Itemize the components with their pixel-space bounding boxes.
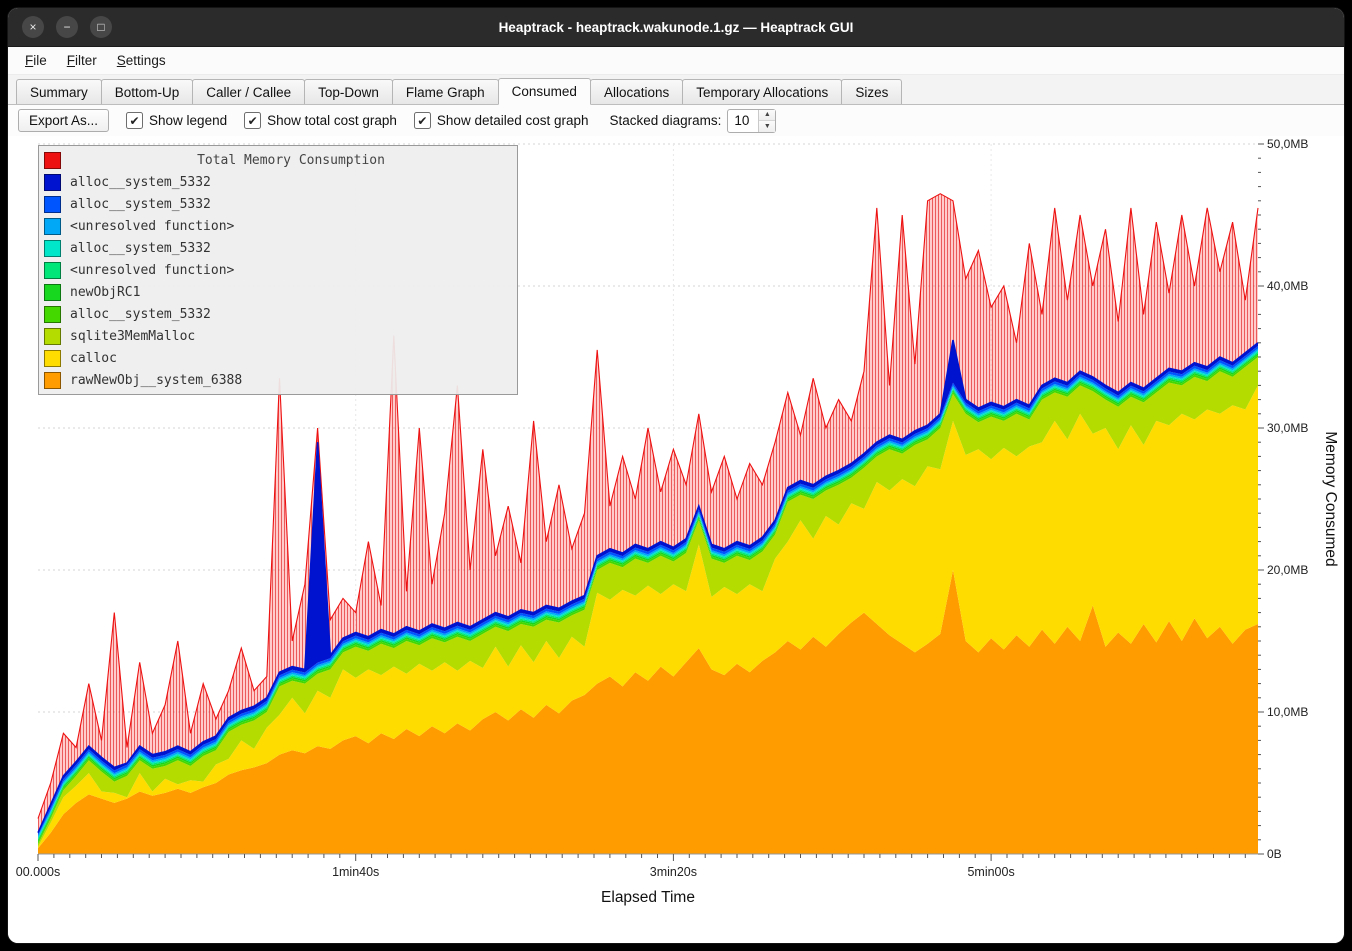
heaptrack-window: ×−□ Heaptrack - heaptrack.wakunode.1.gz … xyxy=(8,8,1344,943)
checkbox-show-total-cost-graph[interactable]: ✔ Show total cost graph xyxy=(244,112,397,129)
legend-entry-label: alloc__system_5332 xyxy=(70,175,211,190)
legend-entry-sqlite3memmalloc[interactable]: sqlite3MemMalloc xyxy=(44,325,512,347)
legend-entry-alloc-system-5332[interactable]: alloc__system_5332 xyxy=(44,237,512,259)
tab-sizes[interactable]: Sizes xyxy=(841,79,902,104)
legend-entry-rawnewobj-system-6388[interactable]: rawNewObj__system_6388 xyxy=(44,369,512,391)
legend-entry-label: <unresolved function> xyxy=(70,219,234,234)
legend-swatch xyxy=(44,350,61,367)
legend-entry-label: alloc__system_5332 xyxy=(70,307,211,322)
tab-allocations[interactable]: Allocations xyxy=(590,79,683,104)
title-bar: ×−□ Heaptrack - heaptrack.wakunode.1.gz … xyxy=(8,8,1344,47)
chart-area: 00.000s 1min40s 3min20s 5min00s 0B 10,0MB 20,0… xyxy=(8,136,1344,943)
legend-swatch xyxy=(44,306,61,323)
legend-swatch xyxy=(44,372,61,389)
checkbox-check-icon[interactable]: ✔ xyxy=(414,112,431,129)
legend-swatch xyxy=(44,328,61,345)
window-title: Heaptrack - heaptrack.wakunode.1.gz — He… xyxy=(499,20,854,35)
legend-entry-newobjrc1[interactable]: newObjRC1 xyxy=(44,281,512,303)
legend-entry-alloc-system-5332[interactable]: alloc__system_5332 xyxy=(44,171,512,193)
legend-entry-unresolved-function[interactable]: <unresolved function> xyxy=(44,215,512,237)
checkbox-show-detailed-cost-graph[interactable]: ✔ Show detailed cost graph xyxy=(414,112,589,129)
x-tick-label: 5min00s xyxy=(967,865,1014,879)
legend-entry-label: calloc xyxy=(70,351,117,366)
legend-entry-label: sqlite3MemMalloc xyxy=(70,329,195,344)
tab-bar: SummaryBottom-UpCaller / CalleeTop-DownF… xyxy=(8,75,1344,105)
legend-entry-label: rawNewObj__system_6388 xyxy=(70,373,242,388)
y-tick-label: 0B xyxy=(1267,847,1282,861)
x-tick-label: 3min20s xyxy=(650,865,697,879)
close-button[interactable]: × xyxy=(22,16,44,38)
menu-item-file[interactable]: File xyxy=(16,50,56,71)
legend-entry-calloc[interactable]: calloc xyxy=(44,347,512,369)
legend-swatch xyxy=(44,262,61,279)
export-as-button[interactable]: Export As... xyxy=(18,109,109,132)
legend-swatch xyxy=(44,196,61,213)
stacked-diagrams-label: Stacked diagrams: xyxy=(610,113,722,128)
y-tick-label: 20,0MB xyxy=(1267,563,1308,577)
stacked-diagrams-value[interactable]: 10 xyxy=(728,110,758,132)
checkbox-label: Show legend xyxy=(149,113,227,128)
chart-legend: Total Memory Consumption alloc__system_53… xyxy=(38,145,518,395)
menu-item-filter[interactable]: Filter xyxy=(58,50,106,71)
legend-entry-unresolved-function[interactable]: <unresolved function> xyxy=(44,259,512,281)
legend-entry-label: alloc__system_5332 xyxy=(70,197,211,212)
spinbox-arrows: ▲ ▼ xyxy=(758,110,775,132)
tab-consumed[interactable]: Consumed xyxy=(498,78,591,105)
x-tick-label: 1min40s xyxy=(332,865,379,879)
spin-up-icon[interactable]: ▲ xyxy=(759,110,775,122)
toolbar-checkboxes: ✔ Show legend ✔ Show total cost graph ✔ Show … xyxy=(126,112,589,129)
legend-swatch xyxy=(44,240,61,257)
legend-title-row: Total Memory Consumption xyxy=(44,149,512,171)
legend-entry-label: <unresolved function> xyxy=(70,263,234,278)
checkbox-show-legend[interactable]: ✔ Show legend xyxy=(126,112,227,129)
legend-swatch xyxy=(44,174,61,191)
tab-temporary-allocations[interactable]: Temporary Allocations xyxy=(682,79,842,104)
y-axis-label: Memory Consumed xyxy=(1322,431,1339,566)
window-controls: ×−□ xyxy=(22,8,112,46)
legend-title: Total Memory Consumption xyxy=(70,153,512,168)
tab-bottom-up[interactable]: Bottom-Up xyxy=(101,79,194,104)
y-tick-label: 50,0MB xyxy=(1267,137,1308,151)
tab-top-down[interactable]: Top-Down xyxy=(304,79,393,104)
x-tick-label: 00.000s xyxy=(16,865,60,879)
legend-entry-alloc-system-5332[interactable]: alloc__system_5332 xyxy=(44,193,512,215)
y-tick-label: 30,0MB xyxy=(1267,421,1308,435)
x-axis-label: Elapsed Time xyxy=(601,889,695,906)
maximize-button[interactable]: □ xyxy=(90,16,112,38)
menu-item-settings[interactable]: Settings xyxy=(108,50,175,71)
minimize-button[interactable]: − xyxy=(56,16,78,38)
tab-summary[interactable]: Summary xyxy=(16,79,102,104)
tab-flame-graph[interactable]: Flame Graph xyxy=(392,79,499,104)
legend-swatch xyxy=(44,218,61,235)
y-tick-label: 10,0MB xyxy=(1267,705,1308,719)
legend-entry-label: alloc__system_5332 xyxy=(70,241,211,256)
stacked-diagrams-spinbox[interactable]: 10 ▲ ▼ xyxy=(727,109,776,133)
checkbox-check-icon[interactable]: ✔ xyxy=(244,112,261,129)
legend-swatch xyxy=(44,152,61,169)
legend-swatch xyxy=(44,284,61,301)
legend-entry-alloc-system-5332[interactable]: alloc__system_5332 xyxy=(44,303,512,325)
checkbox-label: Show detailed cost graph xyxy=(437,113,589,128)
toolbar: Export As... ✔ Show legend ✔ Show total cos… xyxy=(8,105,1344,136)
tab-caller-callee[interactable]: Caller / Callee xyxy=(192,79,305,104)
y-tick-label: 40,0MB xyxy=(1267,279,1308,293)
checkbox-check-icon[interactable]: ✔ xyxy=(126,112,143,129)
checkbox-label: Show total cost graph xyxy=(267,113,397,128)
spin-down-icon[interactable]: ▼ xyxy=(759,121,775,132)
menu-bar: FileFilterSettings xyxy=(8,47,1344,75)
legend-entry-label: newObjRC1 xyxy=(70,285,140,300)
